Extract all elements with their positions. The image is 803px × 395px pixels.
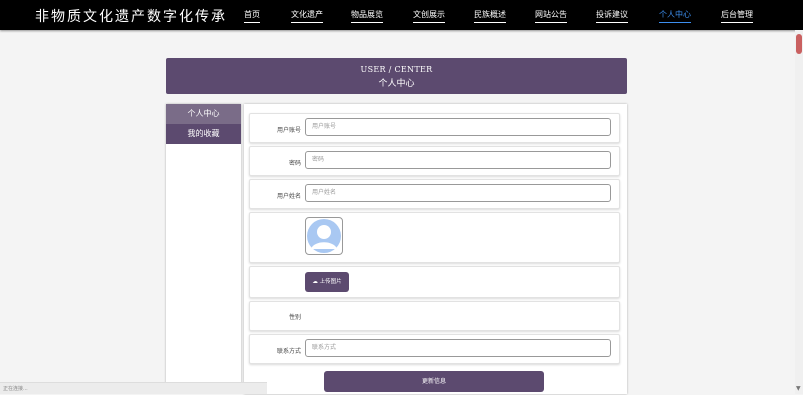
form-row-gender: 性别	[249, 301, 620, 331]
page-banner: USER / CENTER 个人中心	[166, 58, 627, 94]
nav-cultural-heritage[interactable]: 文化遗产	[291, 9, 323, 23]
nav-announcements[interactable]: 网站公告	[535, 9, 567, 23]
upload-button-label: 上传图片	[319, 279, 342, 285]
form-row-upload: ☁ 上传图片	[249, 266, 620, 298]
top-navbar: 非物质文化遗产数字化传承 首页 文化遗产 物品展览 文创展示 民族概述 网站公告…	[0, 0, 803, 30]
nav-suggestions[interactable]: 投诉建议	[596, 9, 628, 23]
form-row-account: 用户账号 用户账号	[249, 113, 620, 143]
update-info-button[interactable]: 更新信息	[324, 371, 544, 392]
default-avatar-icon	[307, 219, 341, 253]
user-sidebar: 个人中心 我的收藏	[166, 104, 241, 385]
browser-status-bar: 正在连接...	[0, 382, 267, 394]
scrollbar-thumb[interactable]	[796, 34, 802, 54]
sidebar-item-user-center[interactable]: 个人中心	[166, 104, 241, 124]
gender-label: 性别	[288, 314, 301, 321]
avatar[interactable]	[305, 217, 343, 255]
profile-form: 用户账号 用户账号 密码 密码 用户姓名 用户姓名 ☁ 上传图片 性别 联系方式	[244, 104, 627, 394]
nav-user-center[interactable]: 个人中心	[659, 9, 691, 23]
banner-english-title: USER / CENTER	[360, 65, 433, 74]
upload-image-button[interactable]: ☁ 上传图片	[305, 272, 349, 292]
sidebar-item-favorites[interactable]: 我的收藏	[166, 124, 241, 144]
scroll-down-arrow-icon[interactable]: ▼	[796, 385, 801, 392]
phone-input[interactable]: 联系方式	[305, 339, 611, 357]
name-label: 用户姓名	[276, 193, 301, 200]
site-title: 非物质文化遗产数字化传承	[35, 9, 227, 25]
nav-ethnic-overview[interactable]: 民族概述	[474, 9, 506, 23]
account-input[interactable]: 用户账号	[305, 118, 611, 136]
banner-chinese-title: 个人中心	[378, 79, 415, 89]
form-row-phone: 联系方式 联系方式	[249, 334, 620, 364]
nav-admin[interactable]: 后台管理	[721, 9, 753, 23]
account-label: 用户账号	[276, 127, 301, 134]
phone-label: 联系方式	[276, 348, 301, 355]
nav-home[interactable]: 首页	[244, 9, 260, 23]
main-nav: 首页 文化遗产 物品展览 文创展示 民族概述 网站公告 投诉建议 个人中心 后台…	[234, 0, 774, 30]
form-row-avatar	[249, 212, 620, 263]
form-row-password: 密码 密码	[249, 146, 620, 176]
name-input[interactable]: 用户姓名	[305, 184, 611, 202]
password-label: 密码	[288, 160, 301, 167]
form-row-name: 用户姓名 用户姓名	[249, 179, 620, 209]
password-input[interactable]: 密码	[305, 151, 611, 169]
nav-creative-display[interactable]: 文创展示	[413, 9, 445, 23]
cloud-upload-icon: ☁	[312, 279, 318, 285]
page-scrollbar[interactable]: ▼	[795, 30, 803, 394]
nav-exhibition[interactable]: 物品展览	[351, 9, 383, 23]
